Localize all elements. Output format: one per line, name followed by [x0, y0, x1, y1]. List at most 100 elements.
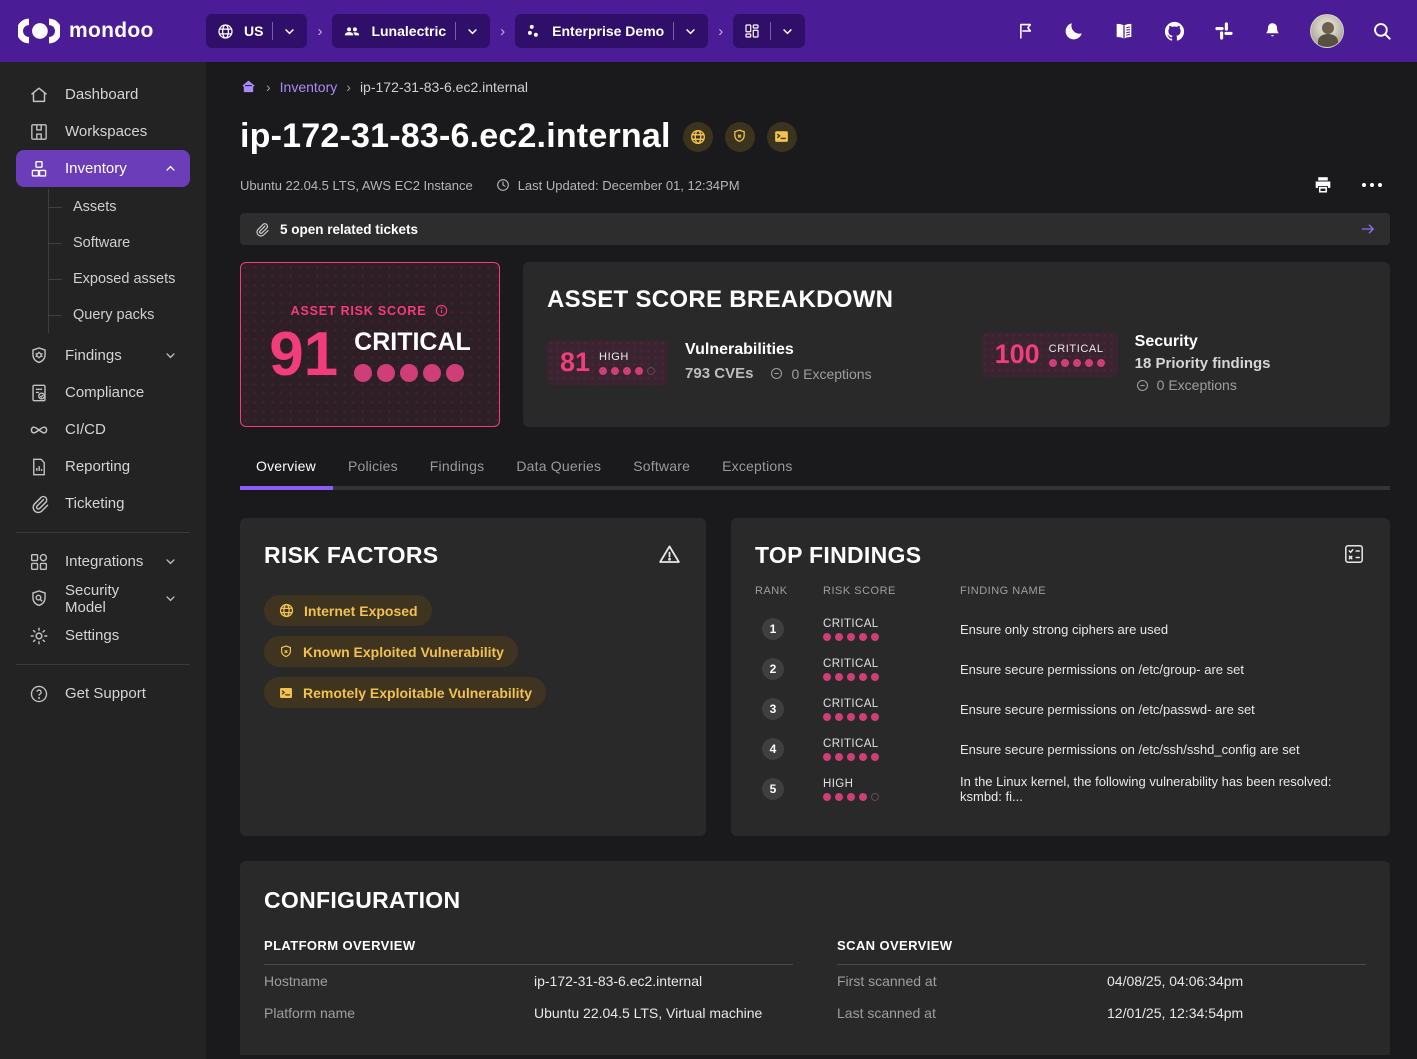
space-selector[interactable]: Enterprise Demo — [515, 14, 708, 48]
subitem-label: Query packs — [73, 307, 154, 323]
printer-icon — [1312, 174, 1334, 196]
github-icon — [1163, 20, 1186, 43]
sidebar-item-get-support[interactable]: Get Support — [16, 675, 190, 712]
workspace-selector[interactable] — [733, 14, 805, 48]
scope-separator: › — [317, 23, 322, 40]
github-button[interactable] — [1163, 20, 1186, 43]
table-row[interactable]: 4 CRITICAL Ensure secure permissions on … — [755, 729, 1366, 769]
chevron-down-icon[interactable] — [163, 591, 178, 606]
sidebar-item-findings[interactable]: Findings — [16, 337, 190, 374]
tab-exceptions[interactable]: Exceptions — [706, 447, 808, 486]
config-label: First scanned at — [837, 973, 1107, 989]
sidebar-item-software[interactable]: Software — [49, 225, 206, 261]
organization-selector[interactable]: Lunalectric — [332, 14, 490, 48]
chevron-up-icon[interactable] — [163, 161, 178, 176]
sidebar-item-inventory[interactable]: Inventory — [16, 150, 190, 187]
sidebar-item-assets[interactable]: Assets — [49, 189, 206, 225]
table-row[interactable]: 5 HIGH In the Linux kernel, the followin… — [755, 769, 1366, 809]
vulnerabilities-score: 81 — [560, 349, 590, 376]
tab-data-queries[interactable]: Data Queries — [500, 447, 617, 486]
tab-overview[interactable]: Overview — [240, 447, 332, 486]
more-options-button[interactable] — [1362, 183, 1382, 187]
sidebar-item-label: Dashboard — [65, 86, 138, 103]
chevron-down-icon[interactable] — [683, 24, 698, 39]
shield-x-icon — [278, 644, 294, 660]
checklist-icon — [1342, 542, 1366, 566]
print-button[interactable] — [1312, 174, 1334, 196]
sidebar-item-settings[interactable]: Settings — [16, 617, 190, 654]
compliance-doc-icon — [28, 382, 50, 404]
region-selector[interactable]: US — [206, 14, 307, 48]
finding-severity: CRITICAL — [823, 618, 948, 630]
config-label: Hostname — [264, 973, 534, 989]
findings-checklist-button[interactable] — [1342, 542, 1366, 566]
sidebar-item-cicd[interactable]: CI/CD — [16, 411, 190, 448]
info-icon[interactable] — [434, 303, 449, 318]
breadcrumb-home-icon[interactable] — [240, 78, 257, 95]
risk-factor-internet-exposed[interactable]: Internet Exposed — [264, 595, 432, 626]
sidebar-item-ticketing[interactable]: Ticketing — [16, 485, 190, 522]
home-icon — [28, 84, 50, 106]
mondoo-logo[interactable]: mondoo — [0, 18, 206, 44]
top-findings-title: TOP FINDINGS — [755, 542, 921, 569]
last-updated: Last Updated: December 01, 12:34PM — [518, 178, 740, 193]
known-exploited-indicator[interactable] — [725, 122, 755, 152]
tickets-banner-arrow[interactable] — [1359, 220, 1377, 238]
related-tickets-banner[interactable]: 5 open related tickets — [240, 213, 1390, 245]
search-icon — [1371, 20, 1393, 42]
slack-button[interactable] — [1213, 20, 1235, 42]
sidebar-item-exposed-assets[interactable]: Exposed assets — [49, 261, 206, 297]
finding-name: Ensure secure permissions on /etc/passwd… — [960, 702, 1366, 717]
search-button[interactable] — [1371, 20, 1393, 42]
tab-policies[interactable]: Policies — [332, 447, 414, 486]
sidebar-item-security-model[interactable]: Security Model — [16, 580, 190, 617]
notifications-button[interactable] — [1262, 20, 1283, 42]
main-content: › Inventory › ip-172-31-83-6.ec2.interna… — [206, 62, 1417, 1059]
cicd-infinity-icon — [28, 419, 50, 441]
sidebar-item-integrations[interactable]: Integrations — [16, 543, 190, 580]
tab-software[interactable]: Software — [617, 447, 706, 486]
table-row[interactable]: 3 CRITICAL Ensure secure permissions on … — [755, 689, 1366, 729]
internet-exposed-indicator[interactable] — [683, 122, 713, 152]
tab-findings[interactable]: Findings — [414, 447, 501, 486]
top-findings-table: RANK RISK SCORE FINDING NAME 1 CRITICAL … — [755, 585, 1366, 809]
breadcrumb-separator: › — [346, 79, 351, 95]
asset-tabs: Overview Policies Findings Data Queries … — [240, 447, 1390, 490]
subitem-label: Software — [73, 235, 130, 251]
sidebar-item-workspaces[interactable]: Workspaces — [16, 113, 190, 150]
feature-flag-button[interactable] — [1016, 20, 1036, 42]
warning-triangle-icon — [657, 542, 682, 567]
table-row[interactable]: 1 CRITICAL Ensure only strong ciphers ar… — [755, 609, 1366, 649]
config-value: 12/01/25, 12:34:54pm — [1107, 1005, 1366, 1021]
chevron-down-icon[interactable] — [780, 24, 795, 39]
documentation-button[interactable] — [1112, 20, 1136, 42]
remote-exploit-indicator[interactable] — [767, 122, 797, 152]
chevron-down-icon[interactable] — [163, 554, 178, 569]
chevron-down-icon[interactable] — [163, 348, 178, 363]
breadcrumb-link-inventory[interactable]: Inventory — [280, 79, 338, 95]
subitem-label: Exposed assets — [73, 271, 175, 287]
top-bar: mondoo US › Lunalectric › Enterprise Dem… — [0, 0, 1417, 62]
risk-factor-label: Remotely Exploitable Vulnerability — [303, 685, 532, 701]
chevron-down-icon[interactable] — [282, 24, 297, 39]
chip-divider — [455, 22, 456, 40]
dark-mode-toggle[interactable] — [1063, 20, 1085, 42]
sidebar-item-reporting[interactable]: Reporting — [16, 448, 190, 485]
sidebar-item-query-packs[interactable]: Query packs — [49, 297, 206, 333]
risk-score-dots — [354, 364, 471, 382]
risk-factor-known-exploited[interactable]: Known Exploited Vulnerability — [264, 636, 518, 667]
breadcrumb-current: ip-172-31-83-6.ec2.internal — [360, 79, 528, 95]
risk-factor-remotely-exploitable[interactable]: Remotely Exploitable Vulnerability — [264, 677, 546, 708]
user-avatar[interactable] — [1310, 14, 1344, 48]
table-row[interactable]: 2 CRITICAL Ensure secure permissions on … — [755, 649, 1366, 689]
settings-gear-icon — [28, 625, 50, 647]
chevron-down-icon[interactable] — [465, 24, 480, 39]
finding-severity: CRITICAL — [823, 658, 948, 670]
clock-icon — [495, 177, 511, 193]
sidebar-item-compliance[interactable]: Compliance — [16, 374, 190, 411]
sidebar-item-dashboard[interactable]: Dashboard — [16, 76, 190, 113]
minus-circle-icon — [1135, 378, 1150, 393]
risk-factors-title: RISK FACTORS — [264, 542, 438, 569]
risk-score-label: ASSET RISK SCORE — [291, 304, 427, 318]
config-row: Platform name Ubuntu 22.04.5 LTS, Virtua… — [264, 997, 793, 1029]
